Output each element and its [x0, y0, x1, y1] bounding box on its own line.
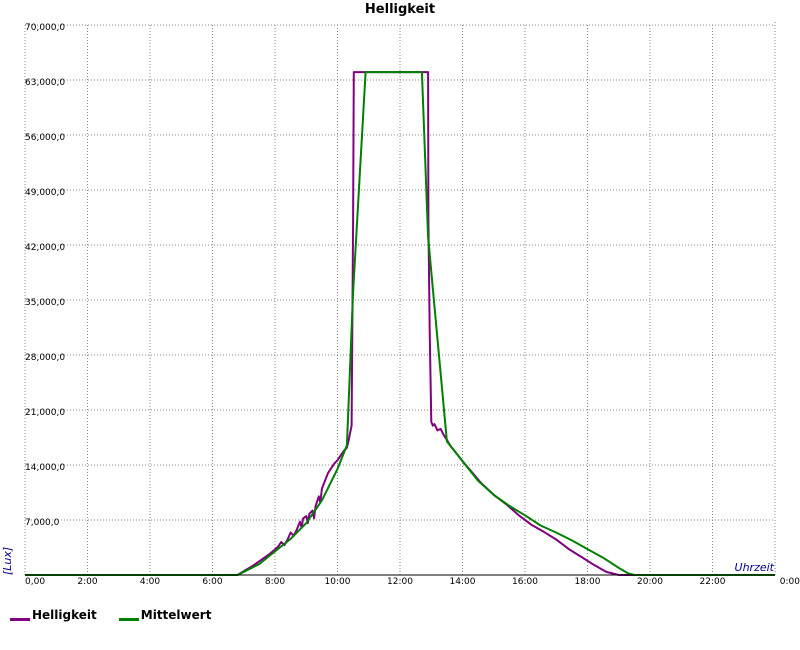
legend-label-helligkeit: Helligkeit [32, 608, 97, 622]
y-tick-labels: 7,000,0 14,000,0 21,000,0 28,000,0 35,000,0 4… [25, 23, 65, 528]
y-tick-label: 42,000,0 [25, 243, 65, 253]
legend-swatch-helligkeit [10, 617, 30, 621]
y-tick-label: 28,000,0 [25, 353, 65, 363]
legend-label-mittelwert: Mittelwert [140, 608, 212, 622]
y-tick-label: 63,000,0 [25, 78, 65, 88]
y-tick-label: 14,000,0 [25, 463, 65, 473]
y-tick-label: 35,000,0 [25, 298, 65, 308]
legend-item-helligkeit: Helligkeit [10, 608, 97, 622]
x-tick-label: 12:00 [387, 577, 413, 587]
x-tick-label: 20:00 [637, 577, 663, 587]
x-tick-label: 2:00 [77, 577, 97, 587]
x-tick-label: 22:00 [700, 577, 726, 587]
y-tick-label: 49,000,0 [25, 188, 65, 198]
x-tick-label: 10:00 [325, 577, 351, 587]
chart: Helligkeit 7,000,0 14,000,0 21,000,0 28,000… [1, 2, 800, 587]
x-tick-labels: 0,00 2:00 4:00 6:00 8:00 10:00 12:00 14:00 16:00… [25, 577, 800, 587]
legend-item-mittelwert: Mittelwert [118, 608, 212, 622]
x-tick-label: 18:00 [575, 577, 601, 587]
x-tick-label: 4:00 [140, 577, 160, 587]
x-tick-label: 0,00 [25, 577, 45, 587]
legend: Helligkeit Mittelwert [10, 608, 211, 622]
x-tick-label: 14:00 [450, 577, 476, 587]
y-tick-label: 56,000,0 [25, 133, 65, 143]
x-tick-label: 16:00 [512, 577, 538, 587]
y-tick-label: 70,000,0 [25, 23, 65, 33]
x-tick-label: 6:00 [202, 577, 222, 587]
y-tick-label: 21,000,0 [25, 408, 65, 418]
y-axis-label: [Lux] [1, 547, 14, 575]
y-tick-label: 7,000,0 [25, 518, 60, 528]
x-tick-label: 0:00 [780, 577, 800, 587]
x-tick-label: 8:00 [265, 577, 285, 587]
x-axis-label: Uhrzeit [735, 561, 775, 574]
grid [24, 24, 776, 575]
legend-swatch-mittelwert [118, 617, 139, 621]
chart-title: Helligkeit [365, 2, 435, 17]
